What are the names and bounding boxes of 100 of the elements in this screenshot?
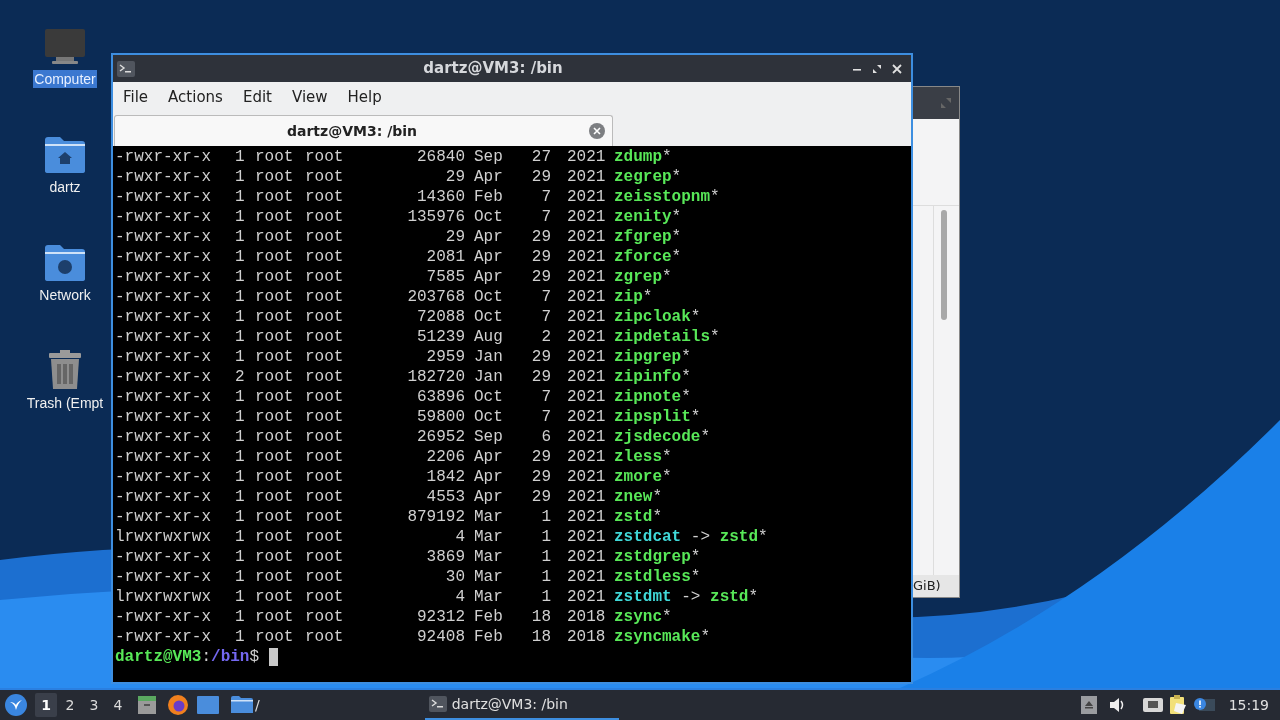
group-text: root xyxy=(305,227,345,247)
group-text: root xyxy=(305,287,345,307)
start-menu-icon[interactable] xyxy=(5,694,27,716)
eject-icon[interactable] xyxy=(1080,696,1097,714)
close-tab-icon[interactable] xyxy=(589,123,605,139)
owner-text: root xyxy=(255,227,295,247)
year-text: 2021 xyxy=(567,427,607,447)
desktop-icon-label[interactable]: Trash (Empt xyxy=(25,394,105,412)
permissions-text: -rwxr-xr-x xyxy=(115,347,212,367)
volume-icon[interactable] xyxy=(1108,697,1125,713)
group-text: root xyxy=(305,147,345,167)
workspace-button[interactable]: 1 xyxy=(35,693,57,717)
day-text: 18 xyxy=(530,627,551,647)
file-name: zjsdecode* xyxy=(614,427,711,447)
file-name: zenity* xyxy=(614,207,682,227)
day-text: 7 xyxy=(540,407,551,427)
year-text: 2021 xyxy=(567,587,607,607)
link-count-text: 1 xyxy=(235,607,246,627)
menu-item[interactable]: View xyxy=(285,86,334,109)
menu-item[interactable]: Edit xyxy=(236,86,278,109)
year-text: 2021 xyxy=(567,507,607,527)
day-text: 1 xyxy=(540,547,551,567)
scrollbar-thumb[interactable] xyxy=(940,210,947,320)
owner-text: root xyxy=(255,187,295,207)
file-name: zip* xyxy=(614,287,653,307)
month-text: Apr xyxy=(474,167,504,187)
month-text: Apr xyxy=(474,247,504,267)
window-title: dartz@VM3: /bin xyxy=(422,58,564,80)
file-cabinet-icon[interactable] xyxy=(137,695,157,715)
maximize-icon[interactable] xyxy=(871,62,883,75)
desktop-icon-label[interactable]: Network xyxy=(38,286,92,304)
close-icon[interactable] xyxy=(891,62,903,75)
clock[interactable]: 15:19 xyxy=(1228,694,1269,716)
owner-text: root xyxy=(255,267,295,287)
group-text: root xyxy=(305,467,345,487)
size-text: 14360 xyxy=(416,187,465,207)
link-count-text: 1 xyxy=(235,507,246,527)
owner-text: root xyxy=(255,147,295,167)
permissions-text: -rwxr-xr-x xyxy=(115,387,212,407)
month-text: Feb xyxy=(474,187,504,207)
group-text: root xyxy=(305,567,345,587)
month-text: Apr xyxy=(474,267,504,287)
menu-item[interactable]: Help xyxy=(341,86,388,109)
day-text: 29 xyxy=(530,487,551,507)
folder-icon[interactable] xyxy=(231,696,253,714)
day-text: 29 xyxy=(530,467,551,487)
year-text: 2021 xyxy=(567,467,607,487)
link-count-text: 1 xyxy=(235,287,246,307)
size-text: 3869 xyxy=(425,547,465,567)
year-text: 2021 xyxy=(567,207,607,227)
text-cursor xyxy=(269,648,279,666)
group-text: root xyxy=(305,527,345,547)
day-text: 7 xyxy=(540,207,551,227)
ethernet-icon[interactable] xyxy=(1142,697,1163,713)
file-name: zstdless* xyxy=(614,567,701,587)
link-count-text: 1 xyxy=(235,587,246,607)
year-text: 2021 xyxy=(567,347,607,367)
link-count-text: 1 xyxy=(235,467,246,487)
clipboard-icon[interactable] xyxy=(1168,695,1187,715)
size-text: 92408 xyxy=(416,627,465,647)
group-text: root xyxy=(305,487,345,507)
desktop-icon-label[interactable]: dartz xyxy=(48,178,82,196)
desktop-icon-label[interactable]: Computer xyxy=(33,70,97,88)
menu-item[interactable]: Actions xyxy=(162,86,229,109)
workspace-button[interactable]: 4 xyxy=(107,693,129,717)
link-count-text: 1 xyxy=(235,267,246,287)
link-count-text: 1 xyxy=(235,407,246,427)
permissions-text: -rwxr-xr-x xyxy=(115,327,212,347)
day-text: 1 xyxy=(540,587,551,607)
group-text: root xyxy=(305,387,345,407)
permissions-text: -rwxr-xr-x xyxy=(115,567,212,587)
workspace-button[interactable]: 3 xyxy=(83,693,105,717)
owner-text: root xyxy=(255,387,295,407)
group-text: root xyxy=(305,367,345,387)
permissions-text: -rwxr-xr-x xyxy=(115,547,212,567)
month-text: Mar xyxy=(474,587,504,607)
size-text: 2959 xyxy=(425,347,465,367)
workspace-button[interactable]: 2 xyxy=(59,693,81,717)
link-count-text: 1 xyxy=(235,547,246,567)
terminal-tab[interactable]: dartz@VM3: /bin xyxy=(114,115,613,146)
owner-text: root xyxy=(255,327,295,347)
group-text: root xyxy=(305,207,345,227)
owner-text: root xyxy=(255,467,295,487)
folder-path-label[interactable]: / xyxy=(255,694,260,716)
file-name: zstd* xyxy=(614,507,662,527)
size-text: 26952 xyxy=(416,427,465,447)
notification-icon[interactable] xyxy=(1192,697,1215,713)
link-count-text: 1 xyxy=(235,567,246,587)
link-count-text: 1 xyxy=(235,427,246,447)
month-text: Sep xyxy=(474,427,504,447)
browser-icon[interactable] xyxy=(167,694,189,716)
menu-item[interactable]: File xyxy=(117,86,155,109)
task-button[interactable]: dartz@VM3: /bin xyxy=(424,690,619,720)
owner-text: root xyxy=(255,447,295,467)
file-name: zforce* xyxy=(614,247,682,267)
month-text: Mar xyxy=(474,527,504,547)
file-name: zstdmt -> zstd* xyxy=(614,587,759,607)
day-text: 7 xyxy=(540,187,551,207)
day-text: 29 xyxy=(530,247,551,267)
group-text: root xyxy=(305,627,345,647)
